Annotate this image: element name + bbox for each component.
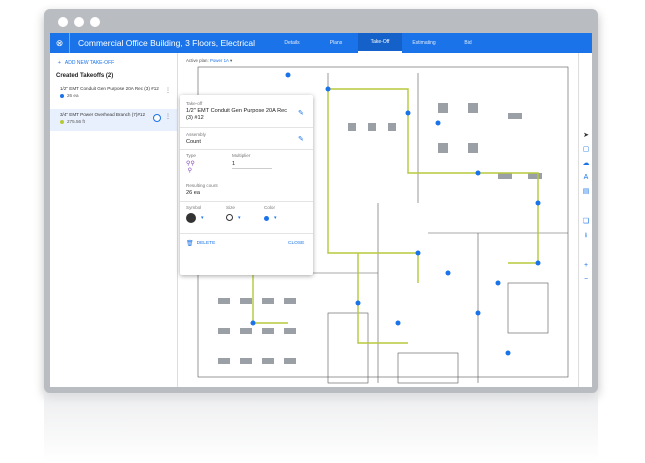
canvas-toolbar: ➤ ▢ ☁ A ▤ ❏ ⭳ + − — [578, 53, 592, 387]
project-title: Commercial Office Building, 3 Floors, El… — [78, 38, 255, 48]
resulting-count-label: Resulting count — [186, 183, 218, 188]
type-label: Type — [186, 153, 196, 158]
divider — [180, 149, 313, 150]
takeoff-item[interactable]: 1/2" EMT Conduit Gen Purpose 20A Rec (3)… — [50, 83, 177, 105]
multiplier-label: Multiplier — [232, 153, 251, 158]
delete-button[interactable]: 🗑 DELETE — [186, 240, 215, 247]
chevron-down-icon: ▾ — [274, 215, 277, 221]
active-plan-selector[interactable]: Active plan: Power 1A ▾ — [186, 58, 232, 64]
size-label: Size — [226, 205, 235, 210]
add-takeoff-button[interactable]: + ADD NEW TAKE-OFF — [50, 53, 177, 66]
text-icon[interactable]: A — [581, 173, 591, 183]
tab-estimating[interactable]: Estimating — [402, 33, 446, 53]
takeoff-sidebar: + ADD NEW TAKE-OFF Created Takeoffs (2) … — [50, 53, 178, 387]
takeoff-color-icon — [60, 93, 64, 98]
symbol-select[interactable]: ▾ — [186, 213, 204, 223]
delete-label: DELETE — [196, 241, 216, 246]
tab-bid[interactable]: Bid — [446, 33, 490, 53]
browser-frame: ⊗ Commercial Office Building, 3 Floors, … — [44, 9, 598, 393]
more-vert-icon[interactable]: ⋮ — [165, 87, 171, 94]
color-label: Color — [264, 205, 275, 210]
chevron-down-icon: ▾ — [201, 215, 204, 221]
chevron-down-icon: ▾ — [238, 214, 241, 221]
symbol-label: Symbol — [186, 205, 202, 210]
takeoff-count: 275.56 ft — [67, 119, 85, 124]
app-header: ⊗ Commercial Office Building, 3 Floors, … — [50, 33, 592, 53]
app-screen: ⊗ Commercial Office Building, 3 Floors, … — [50, 33, 592, 387]
divider — [180, 127, 313, 128]
color-select[interactable]: ▾ — [264, 215, 277, 221]
tab-plans[interactable]: Plans — [314, 33, 358, 53]
window-dot-icon[interactable] — [58, 17, 68, 27]
multiplier-input[interactable]: 1 — [232, 161, 272, 169]
takeoff-count: 26 ea — [67, 93, 79, 98]
measure-icon[interactable]: ▤ — [581, 187, 591, 197]
add-takeoff-label: ADD NEW TAKE-OFF — [64, 60, 115, 66]
takeoff-item[interactable]: 3/4" EMT Power Overhead Branch (7)#12 27… — [50, 109, 177, 131]
zoom-in-icon[interactable]: + — [581, 261, 591, 271]
tab-details[interactable]: Details — [270, 33, 314, 53]
download-icon[interactable]: ⭳ — [581, 231, 591, 241]
active-plan-label: Active plan: — [186, 58, 209, 63]
close-button[interactable]: CLOSE — [288, 241, 304, 246]
pointer-icon[interactable]: ➤ — [581, 131, 591, 141]
takeoff-detail-panel: Take-off 1/2" EMT Conduit Gen Purpose 20… — [180, 95, 313, 275]
edit-assembly-icon[interactable]: ✎ — [298, 135, 304, 143]
zoom-out-icon[interactable]: − — [581, 275, 591, 285]
window-controls — [58, 17, 100, 27]
assembly-label: Assembly — [186, 132, 206, 137]
layers-icon[interactable]: ❏ — [581, 217, 591, 227]
symbol-dot-icon — [186, 213, 196, 223]
size-select[interactable]: ▾ — [226, 214, 241, 221]
selected-radio-icon[interactable] — [153, 114, 161, 122]
edit-takeoff-icon[interactable]: ✎ — [298, 109, 304, 117]
trash-icon: 🗑 — [186, 241, 194, 247]
divider — [180, 201, 313, 202]
back-icon[interactable]: ⊗ — [50, 33, 70, 53]
active-plan-value: Power 1A — [209, 58, 229, 63]
takeoff-name: 1/2" EMT Conduit Gen Purpose 20A Rec (3)… — [60, 86, 159, 91]
main-tabs: Details Plans Take-Off Estimating Bid — [270, 33, 490, 53]
plus-icon: + — [58, 60, 61, 66]
tab-take-off[interactable]: Take-Off — [358, 33, 402, 53]
assembly-value: Count — [186, 139, 201, 145]
window-dot-icon[interactable] — [74, 17, 84, 27]
created-takeoffs-title: Created Takeoffs (2) — [56, 73, 114, 79]
window-dot-icon[interactable] — [90, 17, 100, 27]
select-area-icon[interactable]: ▢ — [581, 145, 591, 155]
takeoff-field-label: Take-off — [186, 101, 203, 106]
takeoff-field-value: 1/2" EMT Conduit Gen Purpose 20A Rec (3)… — [186, 108, 288, 121]
count-type-icon[interactable]: ⚲⚲ ⚲ — [186, 160, 195, 174]
frame-reflection — [44, 393, 598, 463]
divider — [180, 233, 313, 234]
size-circle-icon — [226, 214, 233, 221]
cloud-icon[interactable]: ☁ — [581, 159, 591, 169]
color-dot-icon — [264, 215, 269, 221]
resulting-count-value: 26 ea — [186, 190, 200, 196]
more-vert-icon[interactable]: ⋮ — [165, 113, 171, 120]
takeoff-color-icon — [60, 119, 64, 124]
